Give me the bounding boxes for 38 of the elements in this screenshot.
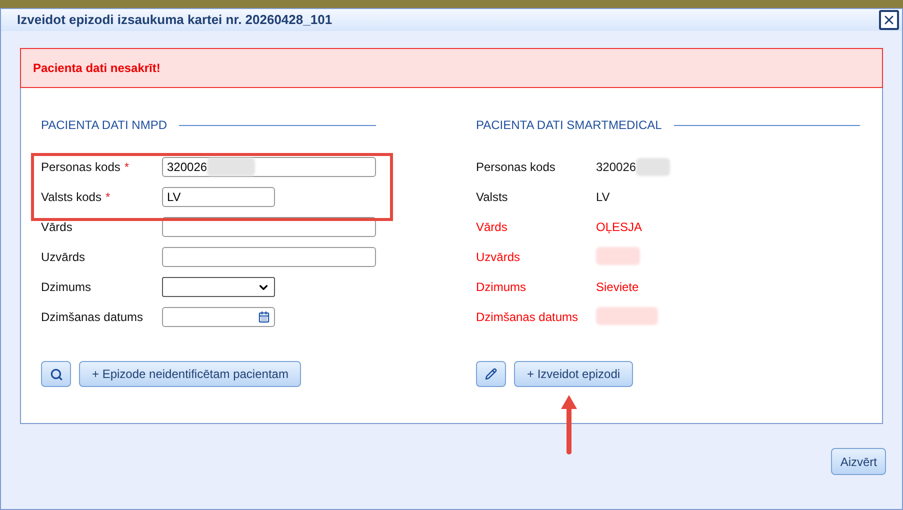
field-label: Uzvārds xyxy=(476,249,522,266)
field-label: Vārds xyxy=(476,219,508,236)
close-icon xyxy=(882,13,896,27)
input-field[interactable]: 320026 xyxy=(162,157,376,177)
input-field[interactable] xyxy=(162,247,376,267)
action-button[interactable]: + Epizode neidentificētam pacientam xyxy=(79,361,302,387)
input-field[interactable]: LV xyxy=(162,187,275,207)
search-icon xyxy=(50,368,62,380)
pencil-icon xyxy=(485,368,497,380)
window-title: Izveidot epizodi izsaukuma kartei nr. 20260428_101 xyxy=(17,11,332,30)
field-label: Uzvārds xyxy=(41,249,86,266)
field-label: Personas kods xyxy=(476,159,556,176)
calendar-icon xyxy=(258,311,270,323)
field-label: Personas kods xyxy=(41,159,120,176)
field-label: Valsts xyxy=(476,189,509,206)
close-button[interactable] xyxy=(879,10,899,30)
required-mark: * xyxy=(124,159,130,176)
field-label: Dzimšanas datums xyxy=(41,309,144,326)
field-value: 320026 xyxy=(596,159,636,176)
field-value: OĻESJA xyxy=(596,219,642,236)
dropdown-field[interactable] xyxy=(162,277,275,297)
edit-button[interactable] xyxy=(476,361,506,387)
field-label: Dzimums xyxy=(41,279,91,296)
arrow-annotation xyxy=(559,393,579,457)
section-heading: PACIENTA DATI NMPD xyxy=(41,117,168,134)
close-dialog-button[interactable]: Aizvērt xyxy=(831,448,886,475)
field-label: Dzimums xyxy=(476,279,527,296)
action-button[interactable]: + Izveidot epizodi xyxy=(514,361,634,387)
required-mark: * xyxy=(105,189,110,206)
alert-message: Pacienta dati nesakrīt! xyxy=(33,60,160,77)
field-label: Vārds xyxy=(41,219,72,236)
section-heading: PACIENTA DATI SMARTMEDICAL xyxy=(476,117,662,134)
field-label: Valsts kods xyxy=(41,189,102,206)
field-value: LV xyxy=(596,189,610,206)
date-field[interactable] xyxy=(162,307,275,327)
field-value: Sieviete xyxy=(596,279,639,296)
field-label: Dzimšanas datums xyxy=(476,309,580,326)
search-button[interactable] xyxy=(41,361,71,387)
